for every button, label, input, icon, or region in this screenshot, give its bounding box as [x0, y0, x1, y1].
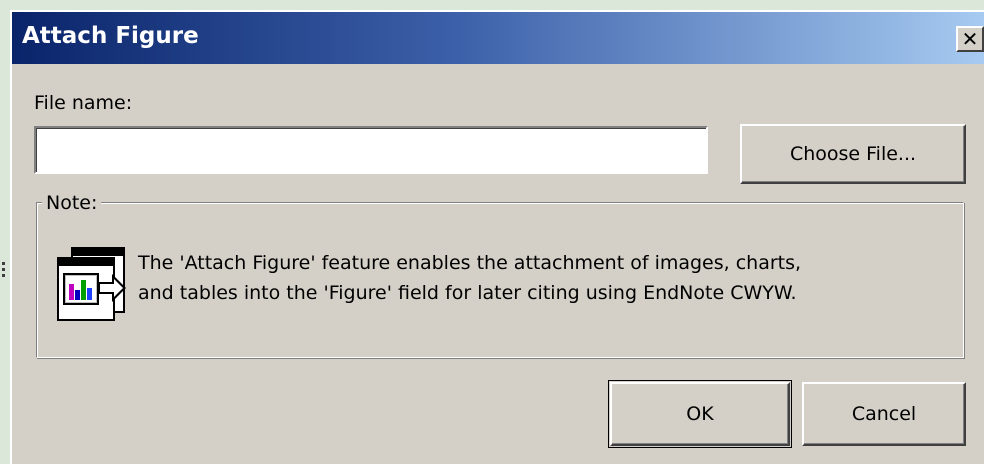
file-name-input[interactable]	[34, 126, 708, 174]
close-icon: ✕	[961, 27, 979, 51]
note-legend: Note:	[42, 192, 102, 214]
note-text-line-1: The 'Attach Figure' feature enables the …	[138, 252, 802, 274]
resize-grip	[2, 262, 6, 282]
attach-figure-dialog: Attach Figure ✕ File name: Choose File..…	[10, 10, 984, 464]
close-button[interactable]: ✕	[956, 26, 984, 52]
note-text: The 'Attach Figure' feature enables the …	[138, 248, 958, 308]
choose-file-label: Choose File...	[789, 143, 917, 165]
attach-figure-icon	[57, 247, 126, 321]
cancel-label: Cancel	[851, 403, 917, 425]
file-name-label: File name:	[34, 92, 133, 114]
ok-label: OK	[686, 403, 714, 425]
cancel-button[interactable]: Cancel	[802, 382, 966, 446]
choose-file-button[interactable]: Choose File...	[740, 124, 966, 184]
dialog-title: Attach Figure	[22, 23, 199, 49]
note-text-line-2: and tables into the 'Figure' field for l…	[138, 282, 797, 304]
title-bar[interactable]: Attach Figure ✕	[12, 12, 984, 64]
ok-button[interactable]: OK	[610, 382, 790, 446]
